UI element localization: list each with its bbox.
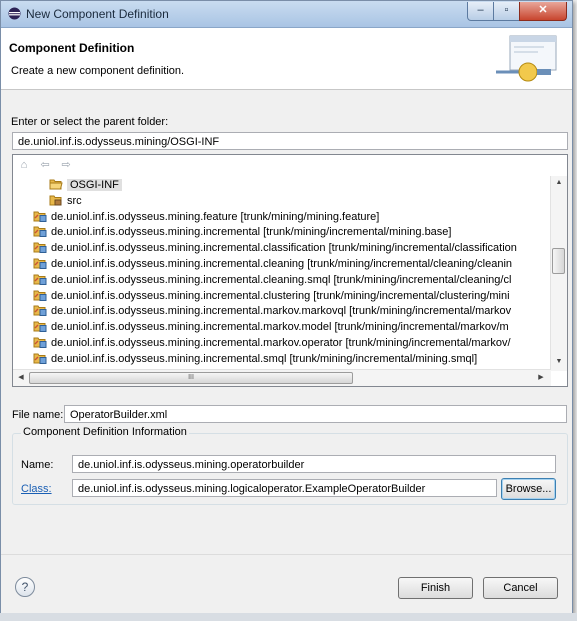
- dialog-window: New Component Definition – ▫ ✕ Component…: [0, 0, 573, 614]
- horizontal-scroll-thumb[interactable]: III: [29, 372, 353, 384]
- tree-toolbar: ⌂ ⇦ ⇨: [17, 158, 77, 174]
- eclipse-icon: [8, 7, 21, 20]
- tree-item-label: de.uniol.inf.is.odysseus.mining.incremen…: [51, 242, 517, 255]
- tree-item-label: de.uniol.inf.is.odysseus.mining.feature …: [51, 210, 380, 223]
- scroll-up-icon[interactable]: ▲: [551, 179, 567, 186]
- project-icon: [33, 242, 47, 254]
- tree-item[interactable]: OSGI-INF: [49, 177, 122, 193]
- class-input[interactable]: de.uniol.inf.is.odysseus.mining.logicalo…: [72, 479, 497, 497]
- help-icon[interactable]: ?: [15, 577, 35, 597]
- minimize-button[interactable]: –: [467, 2, 494, 21]
- tree-item-label: de.uniol.inf.is.odysseus.mining.incremen…: [51, 289, 510, 302]
- project-icon: [33, 337, 47, 348]
- tree-item[interactable]: de.uniol.inf.is.odysseus.mining.incremen…: [33, 288, 510, 304]
- scroll-left-icon[interactable]: ◀: [13, 373, 29, 381]
- project-icon: [33, 274, 47, 285]
- tree-item-label: de.uniol.inf.is.odysseus.mining.incremen…: [51, 352, 478, 365]
- background-strip: [0, 613, 577, 621]
- home-icon[interactable]: ⌂: [17, 158, 31, 172]
- back-icon[interactable]: ⇦: [38, 158, 52, 172]
- file-name-input[interactable]: OperatorBuilder.xml: [64, 405, 567, 423]
- tree-item[interactable]: de.uniol.inf.is.odysseus.mining.incremen…: [33, 272, 511, 288]
- horizontal-scrollbar[interactable]: ◀ III ▶: [13, 369, 551, 386]
- tree-item[interactable]: de.uniol.inf.is.odysseus.mining.incremen…: [33, 240, 517, 256]
- tree-item-label: de.uniol.inf.is.odysseus.mining.incremen…: [51, 337, 511, 349]
- tree-item-label: de.uniol.inf.is.odysseus.mining.incremen…: [51, 305, 512, 318]
- project-icon: [33, 290, 47, 301]
- tree-item-label: de.uniol.inf.is.odysseus.mining.incremen…: [51, 226, 452, 239]
- title-bar[interactable]: New Component Definition – ▫ ✕: [1, 1, 572, 28]
- tree-item[interactable]: de.uniol.inf.is.odysseus.mining.incremen…: [33, 224, 451, 240]
- open-folder-icon: [49, 179, 63, 190]
- file-name-label: File name:: [12, 409, 64, 421]
- tree-item[interactable]: de.uniol.inf.is.odysseus.mining.incremen…: [33, 351, 477, 367]
- close-button[interactable]: ✕: [519, 2, 567, 21]
- folder-tree[interactable]: ⌂ ⇦ ⇨ OSGI-INF src de.uniol.inf.is.odysseu…: [12, 154, 568, 387]
- tree-item[interactable]: de.uniol.inf.is.odysseus.mining.incremen…: [33, 256, 512, 272]
- tree-item[interactable]: de.uniol.inf.is.odysseus.mining.incremen…: [33, 319, 509, 335]
- cancel-button[interactable]: Cancel: [483, 577, 558, 599]
- tree-item[interactable]: de.uniol.inf.is.odysseus.mining.incremen…: [33, 303, 511, 319]
- scroll-down-icon[interactable]: ▼: [551, 358, 567, 365]
- project-icon: [33, 211, 47, 222]
- tree-item[interactable]: de.uniol.inf.is.odysseus.mining.feature …: [33, 209, 379, 225]
- banner-title: Component Definition: [9, 41, 135, 55]
- parent-folder-label: Enter or select the parent folder:: [11, 116, 169, 128]
- wizard-banner: Component Definition Create a new compon…: [1, 28, 572, 90]
- scroll-right-icon[interactable]: ▶: [533, 373, 549, 381]
- forward-icon[interactable]: ⇨: [59, 158, 73, 172]
- name-label: Name:: [21, 459, 54, 471]
- class-link[interactable]: Class:: [21, 483, 52, 495]
- tree-item[interactable]: de.uniol.inf.is.odysseus.mining.incremen…: [33, 335, 511, 351]
- tree-item-label: OSGI-INF: [67, 179, 122, 191]
- project-icon: [33, 226, 47, 238]
- parent-folder-input[interactable]: de.uniol.inf.is.odysseus.mining/OSGI-INF: [12, 132, 568, 150]
- project-icon: [33, 305, 47, 317]
- window-title: New Component Definition: [26, 7, 169, 21]
- footer-separator: [1, 554, 572, 555]
- project-icon: [33, 321, 47, 333]
- browse-button[interactable]: Browse...: [501, 478, 556, 500]
- project-icon: [33, 353, 47, 364]
- banner-description: Create a new component definition.: [11, 65, 185, 77]
- tree-item-label: de.uniol.inf.is.odysseus.mining.incremen…: [51, 258, 513, 270]
- name-input[interactable]: de.uniol.inf.is.odysseus.mining.operator…: [72, 455, 556, 473]
- maximize-button[interactable]: ▫: [493, 2, 520, 21]
- project-icon: [33, 258, 47, 269]
- component-info-title: Component Definition Information: [21, 426, 189, 438]
- tree-item-label: de.uniol.inf.is.odysseus.mining.incremen…: [51, 321, 509, 334]
- package-folder-icon: [49, 195, 62, 206]
- component-wizard-icon: [496, 35, 557, 82]
- tree-item-label: src: [67, 194, 82, 207]
- vertical-scroll-thumb[interactable]: [552, 248, 565, 274]
- finish-button[interactable]: Finish: [398, 577, 473, 599]
- tree-item[interactable]: src: [49, 193, 82, 209]
- tree-item-label: de.uniol.inf.is.odysseus.mining.incremen…: [51, 273, 512, 286]
- vertical-scrollbar[interactable]: ▲ ▼: [550, 176, 567, 371]
